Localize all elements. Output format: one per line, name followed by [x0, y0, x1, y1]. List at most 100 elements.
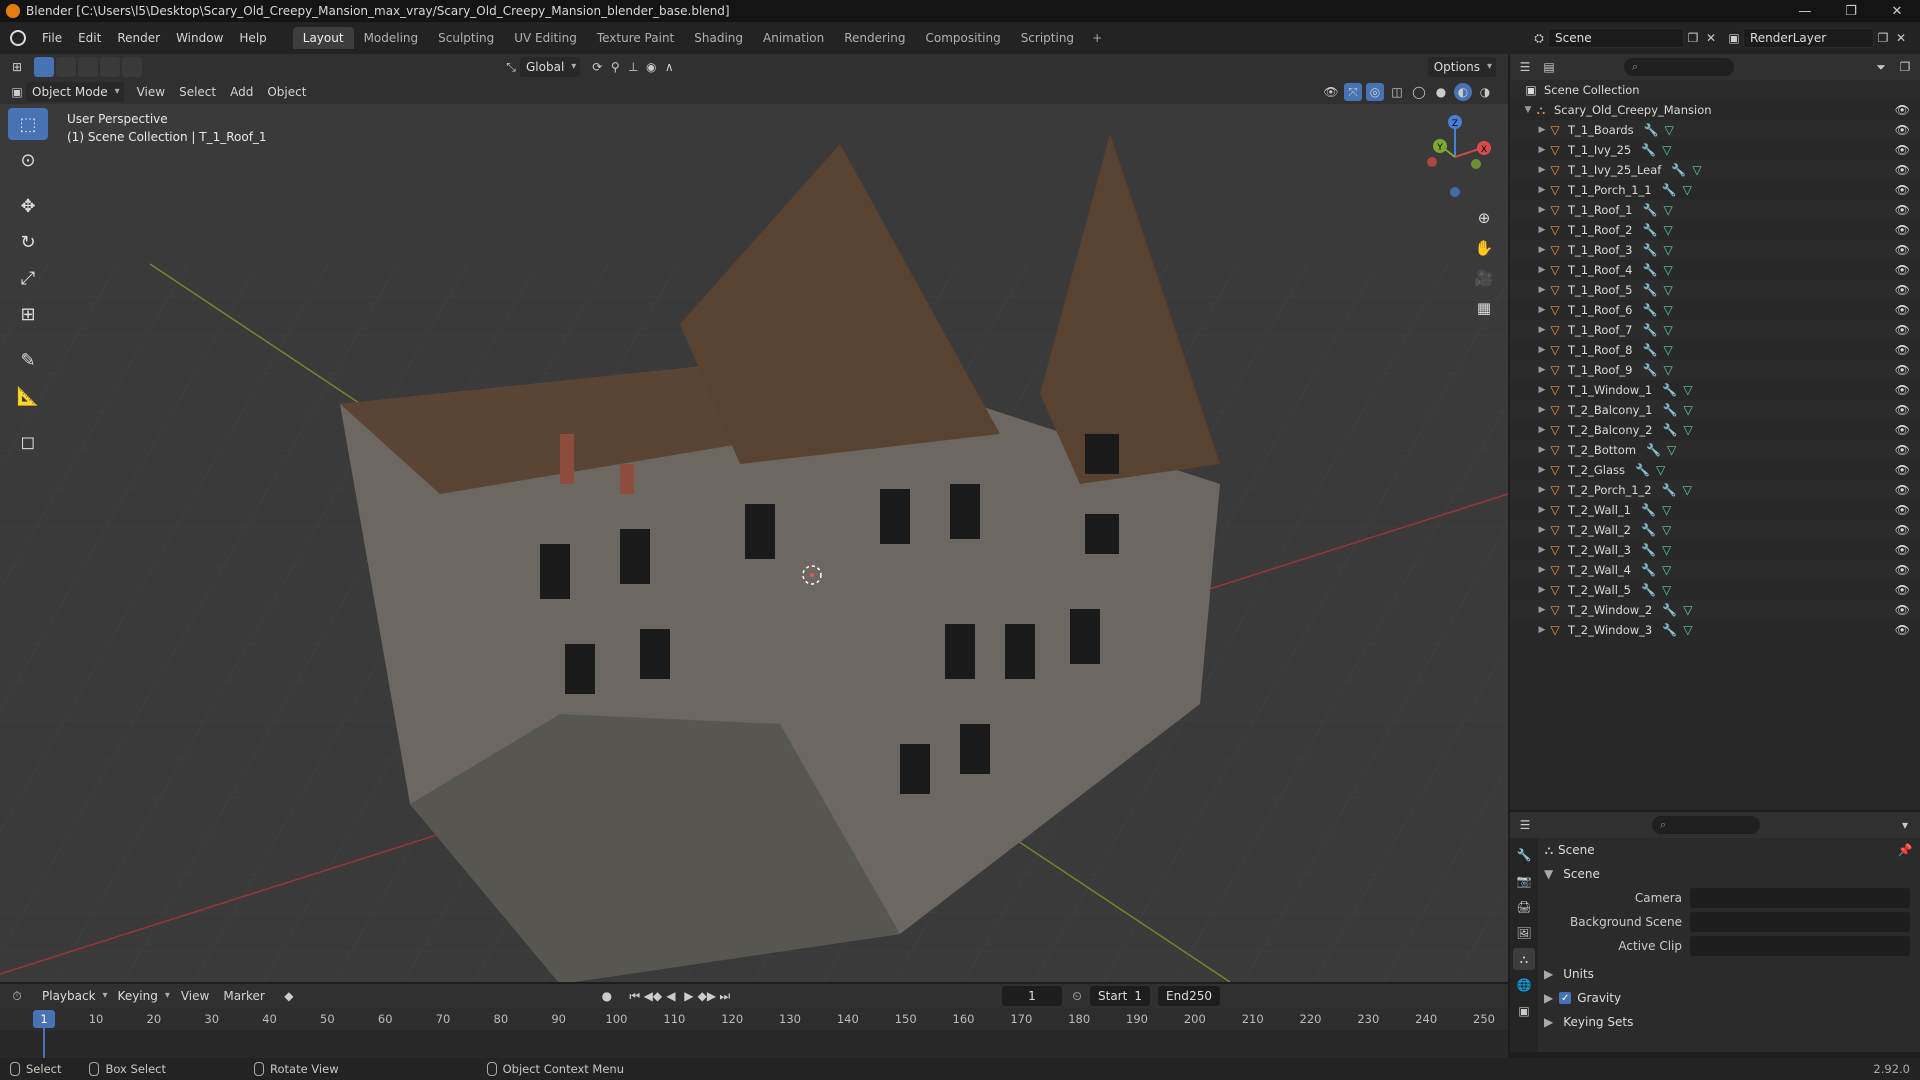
- expand-arrow-icon[interactable]: ▶: [1536, 345, 1548, 355]
- visibility-eye-icon[interactable]: 👁: [1895, 443, 1910, 457]
- outliner-object-row[interactable]: ▶ ▽ T_1_Roof_9 🔧 ▽ 👁: [1510, 360, 1920, 380]
- tab-sculpting[interactable]: Sculpting: [428, 27, 504, 49]
- visibility-eye-icon[interactable]: 👁: [1895, 203, 1910, 217]
- gizmo-toggle-icon[interactable]: ⤧: [1344, 83, 1362, 101]
- visibility-eye-icon[interactable]: 👁: [1895, 463, 1910, 477]
- expand-arrow-icon[interactable]: ▶: [1536, 405, 1548, 415]
- scene-panel-header[interactable]: ▼ Scene: [1540, 862, 1920, 886]
- options-dropdown[interactable]: Options: [1427, 57, 1496, 77]
- xray-toggle-icon[interactable]: ◫: [1388, 83, 1406, 101]
- outliner-object-row[interactable]: ▶ ▽ T_1_Roof_1 🔧 ▽ 👁: [1510, 200, 1920, 220]
- outliner-object-row[interactable]: ▶ ▽ T_1_Roof_5 🔧 ▽ 👁: [1510, 280, 1920, 300]
- modifier-wrench-icon[interactable]: 🔧: [1643, 363, 1658, 377]
- gravity-checkbox[interactable]: ✓: [1559, 992, 1572, 1004]
- new-collection-icon[interactable]: ❐: [1896, 58, 1914, 76]
- select-intersect-icon[interactable]: [122, 57, 142, 77]
- mesh-data-icon[interactable]: ▽: [1683, 623, 1692, 637]
- modifier-wrench-icon[interactable]: 🔧: [1643, 303, 1658, 317]
- next-keyframe-icon[interactable]: ◆▶: [698, 987, 716, 1005]
- mesh-data-icon[interactable]: ▽: [1662, 523, 1671, 537]
- expand-arrow-icon[interactable]: ▶: [1536, 125, 1548, 135]
- playhead-frame-label[interactable]: 1: [33, 1010, 55, 1028]
- expand-arrow-icon[interactable]: ▶: [1536, 505, 1548, 515]
- visibility-eye-icon[interactable]: 👁: [1895, 483, 1910, 497]
- properties-search-input[interactable]: ⌕: [1652, 816, 1760, 834]
- menu-file[interactable]: File: [34, 22, 70, 54]
- proportional-edit-icon[interactable]: ◉: [642, 58, 660, 76]
- mesh-data-icon[interactable]: ▽: [1662, 143, 1671, 157]
- mode-dropdown[interactable]: Object Mode: [26, 82, 124, 102]
- modifier-wrench-icon[interactable]: 🔧: [1663, 403, 1678, 417]
- outliner-object-row[interactable]: ▶ ▽ T_1_Roof_8 🔧 ▽ 👁: [1510, 340, 1920, 360]
- perspective-toggle-icon[interactable]: ▦: [1470, 294, 1498, 322]
- modifier-wrench-icon[interactable]: 🔧: [1641, 563, 1656, 577]
- outliner-object-row[interactable]: ▶ ▽ T_2_Balcony_2 🔧 ▽ 👁: [1510, 420, 1920, 440]
- outliner-object-row[interactable]: ▶ ▽ T_2_Wall_5 🔧 ▽ 👁: [1510, 580, 1920, 600]
- mesh-data-icon[interactable]: ▽: [1683, 383, 1692, 397]
- modifier-wrench-icon[interactable]: 🔧: [1644, 123, 1659, 137]
- mesh-data-icon[interactable]: ▽: [1683, 483, 1692, 497]
- wireframe-shading-icon[interactable]: ◯: [1410, 83, 1428, 101]
- modifier-wrench-icon[interactable]: 🔧: [1641, 583, 1656, 597]
- play-icon[interactable]: ▶: [680, 987, 698, 1005]
- mesh-data-icon[interactable]: ▽: [1663, 263, 1672, 277]
- mesh-data-icon[interactable]: ▽: [1683, 603, 1692, 617]
- mesh-data-icon[interactable]: ▽: [1692, 163, 1701, 177]
- visibility-eye-icon[interactable]: 👁: [1895, 123, 1910, 137]
- visibility-eye-icon[interactable]: 👁: [1895, 263, 1910, 277]
- scale-tool-icon[interactable]: ⤢: [8, 262, 48, 294]
- measure-tool-icon[interactable]: 📐: [8, 380, 48, 412]
- tab-scripting[interactable]: Scripting: [1011, 27, 1084, 49]
- keyframe-nav-icon[interactable]: ◆: [280, 987, 298, 1005]
- marker-menu[interactable]: Marker: [216, 989, 271, 1003]
- outliner-object-row[interactable]: ▶ ▽ T_2_Window_2 🔧 ▽ 👁: [1510, 600, 1920, 620]
- zoom-icon[interactable]: ⊕: [1470, 204, 1498, 232]
- rendered-shading-icon[interactable]: ◑: [1476, 83, 1494, 101]
- select-new-icon[interactable]: [34, 57, 54, 77]
- menu-render[interactable]: Render: [109, 22, 168, 54]
- render-tab-icon[interactable]: 📷: [1513, 870, 1535, 892]
- mesh-data-icon[interactable]: ▽: [1663, 243, 1672, 257]
- mesh-data-icon[interactable]: ▽: [1662, 543, 1671, 557]
- pin-icon[interactable]: 📌: [1896, 841, 1914, 859]
- maximize-button[interactable]: ❐: [1828, 0, 1874, 22]
- collapse-arrow-icon[interactable]: ▼: [1522, 105, 1534, 115]
- minimize-button[interactable]: —: [1782, 0, 1828, 22]
- navigation-gizmo[interactable]: Z X Y: [1410, 112, 1500, 202]
- tab-uv-editing[interactable]: UV Editing: [504, 27, 587, 49]
- expand-arrow-icon[interactable]: ▶: [1536, 465, 1548, 475]
- visibility-eye-icon[interactable]: 👁: [1895, 163, 1910, 177]
- outliner-object-row[interactable]: ▶ ▽ T_1_Window_1 🔧 ▽ 👁: [1510, 380, 1920, 400]
- visibility-eye-icon[interactable]: 👁: [1895, 303, 1910, 317]
- modifier-wrench-icon[interactable]: 🔧: [1671, 163, 1686, 177]
- annotate-tool-icon[interactable]: ✎: [8, 344, 48, 376]
- mesh-data-icon[interactable]: ▽: [1667, 443, 1676, 457]
- mesh-data-icon[interactable]: ▽: [1662, 503, 1671, 517]
- playback-menu[interactable]: Playback: [36, 986, 112, 1006]
- menu-object[interactable]: Object: [260, 85, 313, 99]
- tab-shading[interactable]: Shading: [684, 27, 753, 49]
- expand-arrow-icon[interactable]: ▶: [1536, 485, 1548, 495]
- visibility-eye-icon[interactable]: 👁: [1895, 243, 1910, 257]
- properties-options-icon[interactable]: ▾: [1896, 816, 1914, 834]
- visibility-eye-icon[interactable]: 👁: [1895, 383, 1910, 397]
- expand-arrow-icon[interactable]: ▶: [1536, 425, 1548, 435]
- tab-animation[interactable]: Animation: [753, 27, 834, 49]
- outliner-object-row[interactable]: ▶ ▽ T_2_Wall_3 🔧 ▽ 👁: [1510, 540, 1920, 560]
- jump-start-icon[interactable]: ⏮: [626, 987, 644, 1005]
- units-panel-header[interactable]: ▶ Units: [1540, 962, 1920, 986]
- visibility-eye-icon[interactable]: 👁: [1895, 343, 1910, 357]
- expand-arrow-icon[interactable]: ▶: [1536, 185, 1548, 195]
- select-subtract-icon[interactable]: [78, 57, 98, 77]
- menu-add[interactable]: Add: [223, 85, 260, 99]
- mesh-data-icon[interactable]: ▽: [1683, 423, 1692, 437]
- expand-arrow-icon[interactable]: ▶: [1536, 365, 1548, 375]
- camera-view-icon[interactable]: 🎥: [1470, 264, 1498, 292]
- expand-arrow-icon[interactable]: ▶: [1536, 525, 1548, 535]
- view-layer-tab-icon[interactable]: 🖼: [1513, 922, 1535, 944]
- timeline[interactable]: 10 20 30 40 50 60 70 80 90 100 110 120 130 140 150 160 1…: [0, 1008, 1508, 1058]
- falloff-icon[interactable]: ∧: [660, 58, 678, 76]
- rotate-tool-icon[interactable]: ↻: [8, 226, 48, 258]
- expand-arrow-icon[interactable]: ▶: [1536, 305, 1548, 315]
- outliner-search-input[interactable]: ⌕: [1624, 58, 1734, 76]
